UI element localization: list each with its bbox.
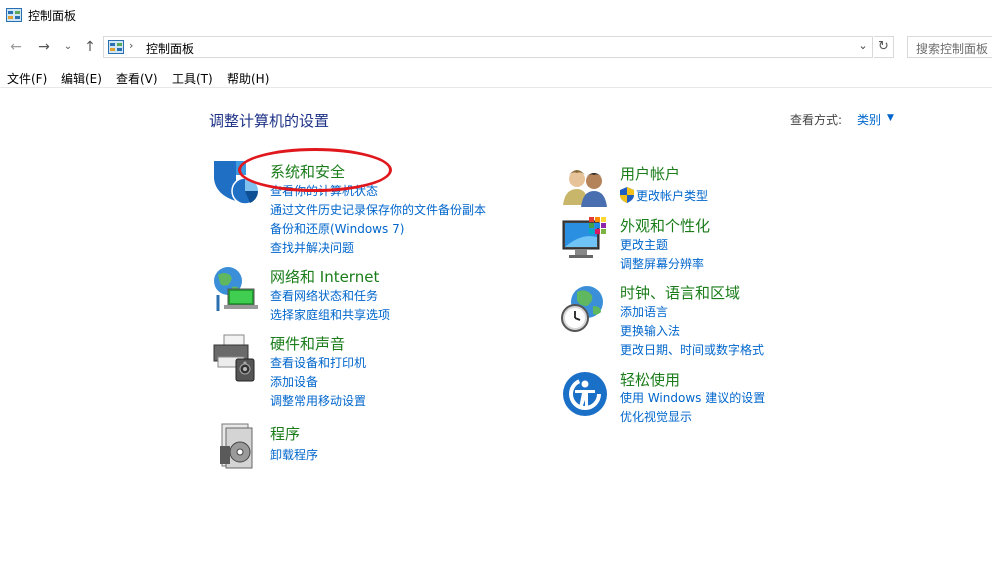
category-ease-of-access[interactable]: 轻松使用 — [620, 369, 680, 390]
view-by-dropdown[interactable]: 类别 — [857, 111, 881, 128]
monitor-icon[interactable] — [561, 215, 611, 265]
clock-globe-icon[interactable] — [559, 284, 609, 334]
menu-file[interactable]: 文件(F) — [7, 70, 47, 87]
link-backup-restore[interactable]: 备份和还原(Windows 7) — [270, 220, 404, 237]
category-programs[interactable]: 程序 — [270, 423, 300, 444]
link-add-language[interactable]: 添加语言 — [620, 303, 668, 320]
address-bar[interactable]: › 控制面板 ⌄ — [103, 36, 873, 58]
search-input[interactable]: 搜索控制面板 — [907, 36, 992, 58]
category-clock-region[interactable]: 时钟、语言和区域 — [620, 282, 740, 303]
link-homegroup-sharing[interactable]: 选择家庭组和共享选项 — [270, 306, 390, 323]
link-view-computer-status[interactable]: 查看你的计算机状态 — [270, 182, 378, 199]
link-date-time-format[interactable]: 更改日期、时间或数字格式 — [620, 341, 764, 358]
link-optimize-visual-display[interactable]: 优化视觉显示 — [620, 408, 692, 425]
category-hardware-sound[interactable]: 硬件和声音 — [270, 333, 345, 354]
link-screen-resolution[interactable]: 调整屏幕分辨率 — [620, 255, 704, 272]
link-recommended-settings[interactable]: 使用 Windows 建议的设置 — [620, 389, 765, 406]
users-icon[interactable] — [561, 161, 611, 211]
menu-edit[interactable]: 编辑(E) — [61, 70, 102, 87]
link-change-input-method[interactable]: 更换输入法 — [620, 322, 680, 339]
menu-bar: 文件(F) 编辑(E) 查看(V) 工具(T) 帮助(H) — [0, 66, 992, 88]
view-by-label: 查看方式: — [790, 113, 843, 127]
chevron-down-icon[interactable]: ⌄ — [856, 39, 870, 55]
page-title: 调整计算机的设置 — [209, 112, 330, 130]
link-troubleshoot[interactable]: 查找并解决问题 — [270, 239, 354, 256]
uac-shield-icon — [620, 187, 634, 203]
link-mobility-settings[interactable]: 调整常用移动设置 — [270, 392, 366, 409]
breadcrumb-control-panel[interactable]: 控制面板 — [146, 40, 194, 57]
link-file-history[interactable]: 通过文件历史记录保存你的文件备份副本 — [270, 201, 486, 218]
link-change-account-type[interactable]: 更改帐户类型 — [636, 187, 708, 204]
link-devices-printers[interactable]: 查看设备和打印机 — [270, 354, 366, 371]
link-uninstall-program[interactable]: 卸载程序 — [270, 446, 318, 463]
recent-locations-chevron-icon[interactable]: ⌄ — [61, 37, 75, 57]
title-bar: 控制面板 — [0, 0, 992, 32]
dropdown-arrow-icon[interactable]: ▼ — [887, 113, 894, 123]
menu-help[interactable]: 帮助(H) — [227, 70, 269, 87]
back-arrow-icon[interactable]: ← — [6, 37, 26, 57]
ease-of-access-icon[interactable] — [561, 370, 611, 420]
network-icon[interactable] — [210, 265, 260, 315]
category-network-internet[interactable]: 网络和 Internet — [270, 266, 379, 287]
link-change-theme[interactable]: 更改主题 — [620, 236, 668, 253]
shield-icon[interactable] — [210, 157, 260, 207]
search-placeholder: 搜索控制面板 — [916, 42, 989, 56]
up-arrow-icon[interactable]: ↑ — [80, 37, 100, 57]
control-panel-icon — [108, 40, 124, 54]
category-system-security[interactable]: 系统和安全 — [270, 161, 345, 182]
printer-icon[interactable] — [210, 333, 260, 383]
menu-view[interactable]: 查看(V) — [116, 70, 158, 87]
breadcrumb-separator-icon[interactable]: › — [129, 39, 133, 52]
category-appearance[interactable]: 外观和个性化 — [620, 215, 710, 236]
window-title: 控制面板 — [28, 9, 77, 23]
programs-icon[interactable] — [212, 420, 262, 470]
forward-arrow-icon[interactable]: → — [34, 37, 54, 57]
menu-tools[interactable]: 工具(T) — [172, 70, 213, 87]
category-user-accounts[interactable]: 用户帐户 — [620, 163, 680, 184]
link-add-device[interactable]: 添加设备 — [270, 373, 318, 390]
control-panel-icon — [6, 8, 22, 22]
refresh-icon[interactable]: ↻ — [874, 36, 894, 58]
link-network-status[interactable]: 查看网络状态和任务 — [270, 287, 378, 304]
